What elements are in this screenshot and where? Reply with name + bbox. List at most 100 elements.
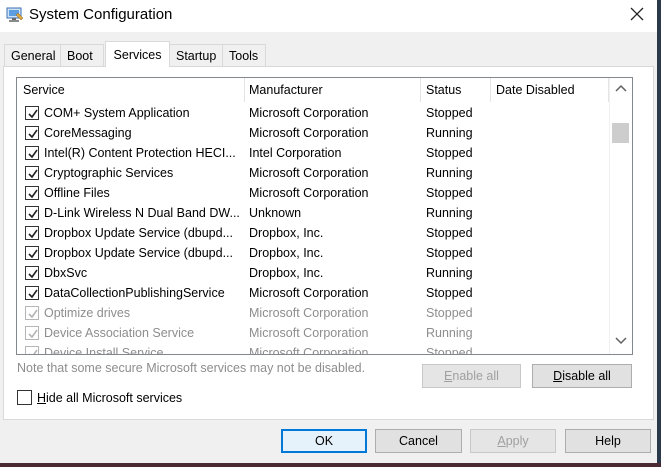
secure-services-note: Note that some secure Microsoft services… <box>17 361 366 375</box>
desktop-edge-bottom <box>0 463 661 467</box>
service-date-disabled <box>496 143 606 163</box>
service-checkbox[interactable] <box>25 246 39 260</box>
service-date-disabled <box>496 163 606 183</box>
disable-all-button[interactable]: Disable all <box>532 364 632 388</box>
service-manufacturer: Microsoft Corporation <box>249 126 369 140</box>
column-header-status[interactable]: Status <box>420 78 491 102</box>
service-status: Stopped <box>426 226 473 240</box>
table-row[interactable]: Intel(R) Content Protection HECI... Intel… <box>17 143 609 163</box>
table-row[interactable]: CoreMessaging Microsoft Corporation Runnin… <box>17 123 609 143</box>
table-row[interactable]: Cryptographic Services Microsoft Corporat… <box>17 163 609 183</box>
service-checkbox[interactable] <box>25 146 39 160</box>
tab-boot[interactable]: Boot <box>60 44 104 66</box>
desktop-edge <box>657 0 661 467</box>
service-checkbox[interactable] <box>25 346 39 354</box>
close-button[interactable] <box>617 0 657 30</box>
service-name: COM+ System Application <box>44 106 190 120</box>
hide-microsoft-services-checkbox[interactable] <box>17 390 32 405</box>
title-bar: System Configuration <box>0 0 661 32</box>
table-row[interactable]: D-Link Wireless N Dual Band DW... Unknown… <box>17 203 609 223</box>
service-status: Stopped <box>426 246 473 260</box>
service-name: Device Association Service <box>44 326 195 340</box>
service-status: Running <box>426 206 473 220</box>
apply-button[interactable]: Apply <box>470 429 556 453</box>
service-name: Optimize drives <box>44 306 131 320</box>
enable-all-button[interactable]: Enable all <box>422 364 521 388</box>
table-row[interactable]: COM+ System Application Microsoft Corpora… <box>17 103 609 123</box>
tab-tools[interactable]: Tools <box>222 44 266 66</box>
service-checkbox[interactable] <box>25 106 39 120</box>
scrollbar-thumb[interactable] <box>612 123 629 143</box>
tab-general[interactable]: General <box>4 44 61 66</box>
ok-button[interactable]: OK <box>281 429 367 453</box>
table-row[interactable]: Dropbox Update Service (dbupd... Dropbox,… <box>17 223 609 243</box>
column-header-manufacturer[interactable]: Manufacturer <box>243 78 421 102</box>
service-manufacturer: Microsoft Corporation <box>249 326 369 340</box>
table-row[interactable]: Offline Files Microsoft Corporation Stoppe… <box>17 183 609 203</box>
service-manufacturer: Microsoft Corporation <box>249 106 369 120</box>
service-checkbox[interactable] <box>25 266 39 280</box>
close-icon <box>630 7 644 24</box>
service-manufacturer: Microsoft Corporation <box>249 286 369 300</box>
table-row[interactable]: Dropbox Update Service (dbupd... Dropbox,… <box>17 243 609 263</box>
table-row[interactable]: Optimize drives Microsoft Corporation Stop… <box>17 303 609 323</box>
service-status: Stopped <box>426 106 473 120</box>
tab-services[interactable]: Services <box>105 41 170 67</box>
vertical-scrollbar[interactable] <box>609 78 632 354</box>
service-checkbox[interactable] <box>25 206 39 220</box>
service-name: DataCollectionPublishingService <box>44 286 225 300</box>
service-date-disabled <box>496 223 606 243</box>
service-date-disabled <box>496 263 606 283</box>
scroll-down-icon[interactable] <box>614 335 628 350</box>
service-date-disabled <box>496 103 606 123</box>
service-manufacturer: Microsoft Corporation <box>249 186 369 200</box>
service-checkbox[interactable] <box>25 186 39 200</box>
service-status: Stopped <box>426 286 473 300</box>
window-title: System Configuration <box>29 6 173 23</box>
list-header: Service Manufacturer Status Date Disable… <box>17 78 609 102</box>
service-status: Stopped <box>426 186 473 200</box>
table-row[interactable]: DbxSvc Dropbox, Inc. Running <box>17 263 609 283</box>
service-name: Dropbox Update Service (dbupd... <box>44 226 233 240</box>
hide-microsoft-services-label[interactable]: Hide all Microsoft services <box>37 391 182 405</box>
service-checkbox[interactable] <box>25 126 39 140</box>
service-name: Device Install Service <box>44 346 164 355</box>
service-status: Stopped <box>426 146 473 160</box>
service-date-disabled <box>496 203 606 223</box>
service-status: Stopped <box>426 306 473 320</box>
service-date-disabled <box>496 303 606 323</box>
cancel-button[interactable]: Cancel <box>375 429 462 453</box>
service-checkbox[interactable] <box>25 166 39 180</box>
service-manufacturer: Microsoft Corporation <box>249 166 369 180</box>
service-status: Running <box>426 126 473 140</box>
system-config-icon <box>6 7 24 23</box>
scroll-up-icon[interactable] <box>614 82 628 97</box>
service-status: Running <box>426 326 473 340</box>
service-checkbox[interactable] <box>25 286 39 300</box>
table-row[interactable]: Device Install Service Microsoft Corporat… <box>17 343 609 355</box>
service-checkbox[interactable] <box>25 306 39 320</box>
service-name: D-Link Wireless N Dual Band DW... <box>44 206 240 220</box>
service-checkbox[interactable] <box>25 226 39 240</box>
help-button[interactable]: Help <box>565 429 651 453</box>
column-header-service[interactable]: Service <box>17 78 245 102</box>
service-date-disabled <box>496 343 606 354</box>
service-manufacturer: Unknown <box>249 206 302 220</box>
column-header-date-disabled[interactable]: Date Disabled <box>490 78 609 102</box>
service-name: CoreMessaging <box>44 126 132 140</box>
service-date-disabled <box>496 323 606 343</box>
service-name: Dropbox Update Service (dbupd... <box>44 246 233 260</box>
service-manufacturer: Dropbox, Inc. <box>249 266 324 280</box>
services-list[interactable]: Service Manufacturer Status Date Disable… <box>16 77 633 355</box>
service-checkbox[interactable] <box>25 326 39 340</box>
service-manufacturer: Microsoft Corporation <box>249 306 369 320</box>
service-manufacturer: Microsoft Corporation <box>249 346 369 355</box>
table-row[interactable]: DataCollectionPublishingService Microsoft… <box>17 283 609 303</box>
tab-startup[interactable]: Startup <box>169 44 223 66</box>
table-row[interactable]: Device Association Service Microsoft Corp… <box>17 323 609 343</box>
service-manufacturer: Intel Corporation <box>249 146 342 160</box>
service-name: Intel(R) Content Protection HECI... <box>44 146 236 160</box>
service-status: Running <box>426 266 473 280</box>
service-date-disabled <box>496 183 606 203</box>
service-manufacturer: Dropbox, Inc. <box>249 226 324 240</box>
